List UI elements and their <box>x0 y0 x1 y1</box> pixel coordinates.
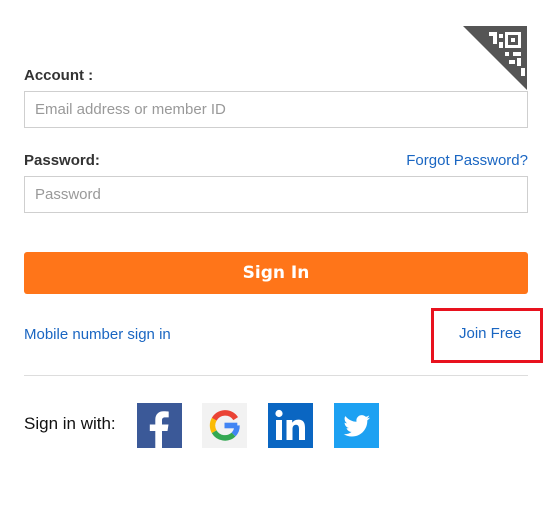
twitter-icon[interactable] <box>334 403 379 448</box>
divider <box>24 375 528 376</box>
linkedin-icon[interactable] <box>268 403 313 448</box>
sign-in-button[interactable]: Sign In <box>24 252 528 294</box>
join-free-link[interactable]: Join Free <box>459 325 522 342</box>
account-input[interactable] <box>24 91 528 128</box>
google-icon[interactable] <box>202 403 247 448</box>
sign-in-with-label: Sign in with: <box>24 414 116 433</box>
mobile-sign-in-link[interactable]: Mobile number sign in <box>24 326 171 343</box>
password-input[interactable] <box>24 176 528 213</box>
qr-code-icon[interactable] <box>463 26 527 90</box>
account-label: Account : <box>24 67 94 84</box>
password-label: Password: <box>24 152 100 169</box>
facebook-icon[interactable] <box>137 403 182 448</box>
forgot-password-link[interactable]: Forgot Password? <box>406 152 528 169</box>
